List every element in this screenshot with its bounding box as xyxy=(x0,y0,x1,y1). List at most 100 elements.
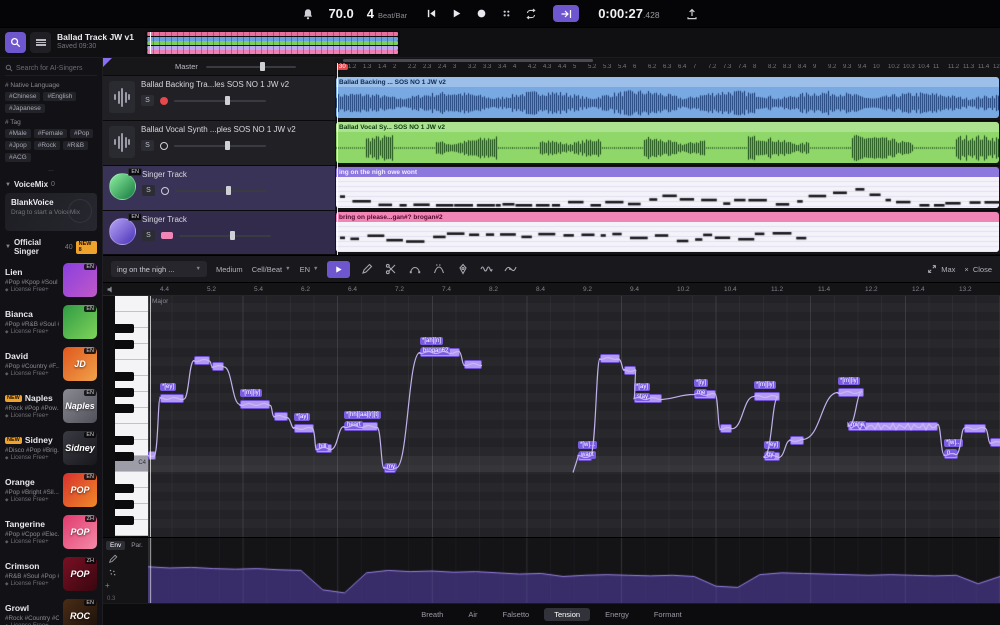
tempo-value[interactable]: 70.0 xyxy=(328,6,353,21)
tag-chip[interactable]: #Jpop xyxy=(5,141,31,150)
midi-note[interactable] xyxy=(160,394,184,403)
song-overview-minimap[interactable] xyxy=(145,31,400,55)
tag-chip[interactable]: #Male xyxy=(5,129,31,138)
record-arm-button[interactable] xyxy=(160,97,168,105)
skip-to-start-button[interactable] xyxy=(424,7,438,21)
midi-note[interactable] xyxy=(720,424,732,433)
singer-avatar[interactable]: EN xyxy=(63,263,97,297)
language-chip[interactable]: #English xyxy=(43,92,76,101)
midi-note[interactable] xyxy=(624,366,636,375)
tag-chip[interactable]: #ACG xyxy=(5,153,31,162)
piano-black-key[interactable] xyxy=(115,452,134,461)
piano-black-key[interactable] xyxy=(115,516,134,525)
singer-avatar[interactable]: EN xyxy=(63,305,97,339)
singer-list-item[interactable]: Growl #Rock #Country #C... ◆ License Fre… xyxy=(5,595,97,625)
spray-tool-icon[interactable] xyxy=(108,568,118,578)
singer-avatar[interactable]: POP EN xyxy=(63,473,97,507)
solo-button[interactable]: S xyxy=(142,185,155,196)
node-curve-tool-icon[interactable] xyxy=(407,262,422,277)
midi-note[interactable] xyxy=(464,360,482,369)
volume-slider[interactable] xyxy=(175,190,267,192)
language-chip[interactable]: #Chinese xyxy=(5,92,40,101)
midi-note[interactable] xyxy=(964,424,986,433)
piano-black-key[interactable] xyxy=(115,372,134,381)
project-info[interactable]: Ballad Track JW v1 Saved 09:30 xyxy=(57,32,141,50)
singer-avatar[interactable]: POP ZH xyxy=(63,557,97,591)
singer-list-item[interactable]: Lien #Pop #Kpop #Soul #... ◆ License Fre… xyxy=(5,259,97,301)
solo-button[interactable]: S xyxy=(141,140,154,151)
singer-library-button[interactable] xyxy=(5,32,26,53)
editor-play-button[interactable] xyxy=(327,261,350,278)
arrange-playhead[interactable] xyxy=(337,63,338,255)
midi-note[interactable] xyxy=(194,356,210,365)
follow-playhead-button[interactable] xyxy=(553,5,579,22)
arrange-ruler[interactable]: 1.21.31.422.22.32.433.23.33.444.24.34.45… xyxy=(348,64,1000,76)
track-header[interactable]: Ballad Vocal Synth ...ples SOS NO 1 JW v… xyxy=(103,121,335,166)
audition-speaker-icon[interactable] xyxy=(106,285,115,294)
singer-avatar[interactable]: ROC EN xyxy=(63,599,97,625)
parameter-tab[interactable]: Breath xyxy=(411,608,453,621)
timeline-marker[interactable]: 30 xyxy=(337,64,348,70)
piano-black-key[interactable] xyxy=(115,436,134,445)
filters-expander[interactable]: ... xyxy=(5,166,97,173)
tag-chip[interactable]: #R&B xyxy=(63,141,88,150)
clip[interactable]: Ballad Backing ... SOS NO 1 JW v2 xyxy=(336,77,999,118)
track-header[interactable]: EN Singer Track S xyxy=(103,211,335,255)
piano-black-key[interactable] xyxy=(115,388,134,397)
clip[interactable]: ing on the nigh owe wont xyxy=(336,167,999,208)
tag-chip[interactable]: #Female xyxy=(34,129,67,138)
close-editor-button[interactable]: × Close xyxy=(964,265,992,274)
loop-button[interactable] xyxy=(524,7,538,21)
singer-list-item[interactable]: Tangerine #Pop #Cpop #Elec... ◆ License … xyxy=(5,511,97,553)
track-header[interactable]: EN Singer Track S xyxy=(103,166,335,211)
metronome-grid-icon[interactable] xyxy=(499,7,513,21)
singer-list-item[interactable]: Bianca #Pop #R&B #Soul #... ◆ License Fr… xyxy=(5,301,97,343)
midi-note[interactable] xyxy=(294,424,314,433)
parameter-tab[interactable]: Tension xyxy=(544,608,590,621)
master-volume-slider[interactable] xyxy=(206,66,296,68)
solo-button[interactable]: S xyxy=(141,95,154,106)
volume-slider[interactable] xyxy=(174,100,266,102)
voicemix-section-header[interactable]: ▼ VoiceMix 0 xyxy=(5,180,97,189)
midi-note[interactable] xyxy=(212,362,224,371)
parameter-tab[interactable]: Falsetto xyxy=(493,608,540,621)
piano-black-key[interactable] xyxy=(115,404,134,413)
midi-note[interactable] xyxy=(838,388,864,397)
parameter-tab[interactable]: Air xyxy=(458,608,487,621)
singer-avatar[interactable]: Naples EN xyxy=(63,389,97,423)
midi-note[interactable] xyxy=(600,354,620,363)
track-color-chip[interactable] xyxy=(161,232,173,239)
piano-black-key[interactable] xyxy=(115,484,134,493)
singer-avatar[interactable]: POP ZH xyxy=(63,515,97,549)
clip[interactable]: Ballad Vocal Sy... SOS NO 1 JW v2 xyxy=(336,122,999,163)
piano-black-key[interactable] xyxy=(115,324,134,333)
singer-avatar[interactable]: JD EN xyxy=(63,347,97,381)
official-singer-section-header[interactable]: ▼ Official Singer 40 NEW 8 xyxy=(5,238,97,256)
editor-ruler[interactable]: 4.45.25.46.26.47.27.48.28.49.29.410.210.… xyxy=(148,283,1000,296)
clip[interactable]: bring on please...gan#? brogan#2 xyxy=(336,212,999,252)
record-button[interactable] xyxy=(474,7,488,21)
tag-chip[interactable]: #Rock xyxy=(34,141,60,150)
midi-note[interactable] xyxy=(274,412,288,421)
draw-tool-icon[interactable] xyxy=(108,554,118,564)
volume-slider[interactable] xyxy=(179,235,271,237)
piano-black-key[interactable] xyxy=(115,500,134,509)
env-tab[interactable]: Env xyxy=(106,541,125,550)
maximize-editor-button[interactable]: Max xyxy=(927,264,955,274)
singer-avatar[interactable]: Sidney EN xyxy=(63,431,97,465)
language-dropdown[interactable]: EN ▼ xyxy=(300,265,319,274)
parameter-tab[interactable]: Energy xyxy=(595,608,639,621)
add-parameter-button[interactable]: + xyxy=(105,581,110,590)
record-arm-button[interactable] xyxy=(161,187,169,195)
play-button[interactable] xyxy=(449,7,463,21)
par-tab[interactable]: Par. xyxy=(127,541,147,550)
singer-list-item[interactable]: NEW Naples #Rock #Pop #Pow... ◆ License … xyxy=(5,385,97,427)
tension-envelope-curve[interactable] xyxy=(148,538,1000,604)
singer-list-item[interactable]: NEW Sidney #Disco #Pop #Brig... ◆ Licens… xyxy=(5,427,97,469)
grid-value-dropdown[interactable]: Medium xyxy=(216,265,243,274)
piano-black-key[interactable] xyxy=(115,340,134,349)
smooth-tool-icon[interactable] xyxy=(503,262,518,277)
language-chip[interactable]: #Japanese xyxy=(5,104,45,113)
scale-label[interactable]: Major xyxy=(152,298,168,305)
tag-chip[interactable]: #Pop xyxy=(70,129,93,138)
